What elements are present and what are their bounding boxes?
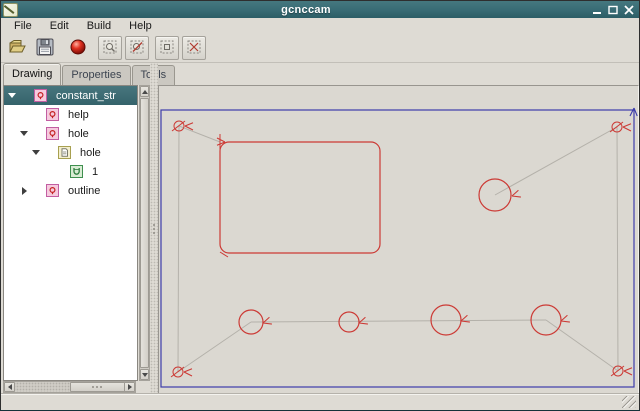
hole-circle[interactable]: [430, 304, 462, 336]
statusbar: [1, 394, 639, 410]
sheet-outline[interactable]: [160, 109, 635, 388]
drawing-canvas[interactable]: [158, 85, 639, 394]
horizontal-scrollbar-thumb[interactable]: [69, 382, 125, 392]
menu-item-file[interactable]: File: [5, 19, 41, 33]
tree-row-constant-str-0[interactable]: constant_str: [4, 86, 137, 105]
window-title: gcnccam: [281, 3, 331, 16]
rapid-move-line[interactable]: [177, 125, 180, 373]
save-floppy-icon: [35, 37, 55, 60]
open-button[interactable]: [5, 35, 31, 61]
direction-arrow: [560, 314, 570, 323]
hole-circle[interactable]: [338, 311, 360, 333]
expander-icon[interactable]: [19, 129, 29, 139]
tab-bar: DrawingPropertiesTools: [1, 63, 639, 85]
minimize-button[interactable]: [591, 4, 603, 16]
tree-row-outline-5[interactable]: outline: [4, 181, 137, 200]
pane-splitter[interactable]: [150, 63, 158, 394]
menu-item-edit[interactable]: Edit: [41, 19, 78, 33]
resize-grip[interactable]: [622, 396, 636, 408]
zoom-in-button[interactable]: [98, 36, 122, 60]
drawing-svg[interactable]: [159, 86, 640, 395]
tree-row-hole-2[interactable]: hole: [4, 124, 137, 143]
rapid-move-line[interactable]: [616, 126, 619, 372]
rapid-move-line[interactable]: [494, 126, 618, 196]
tool-green-icon: [70, 165, 83, 178]
menu-item-help[interactable]: Help: [120, 19, 161, 33]
titlebar[interactable]: gcnccam: [1, 1, 639, 18]
tree-row-label: hole: [80, 146, 101, 159]
app-window: gcnccam File Edit Build Help Drawing Propert…: [0, 0, 640, 411]
tree-row-1-4[interactable]: 1: [4, 162, 137, 181]
direction-arrow: [511, 189, 521, 198]
layer-yellow-icon: [58, 146, 71, 159]
build-button[interactable]: [65, 35, 91, 61]
expander-placeholder: [43, 167, 53, 177]
expander-icon[interactable]: [19, 186, 29, 196]
tree-row-label: outline: [68, 184, 101, 197]
drawing-tree[interactable]: constant_strhelp hole hole 1 outline: [3, 85, 138, 381]
tree-row-label: hole: [68, 127, 89, 140]
menubar: File Edit Build Help: [1, 18, 639, 34]
tree-row-label: help: [68, 108, 89, 121]
maximize-button[interactable]: [607, 4, 619, 16]
arrow-left-icon: [7, 384, 12, 390]
contour-pink-icon: [46, 127, 59, 140]
vertical-scrollbar-thumb[interactable]: [140, 98, 149, 368]
direction-arrow: [622, 123, 632, 132]
arrow-right-icon: [127, 384, 132, 390]
scroll-up-button[interactable]: [140, 86, 149, 97]
zoom-one-icon: [159, 39, 175, 58]
menu-item-build[interactable]: Build: [78, 19, 120, 33]
rapid-move-line[interactable]: [177, 321, 252, 373]
scroll-down-button[interactable]: [140, 369, 149, 380]
contour-pink-icon: [46, 108, 59, 121]
arrow-down-icon: [141, 372, 148, 377]
zoom-fit-icon: [186, 39, 202, 58]
close-button[interactable]: [623, 4, 635, 16]
zoom-one-button[interactable]: [155, 36, 179, 60]
arrow-up-icon: [141, 89, 148, 94]
tree-row-label: constant_str: [56, 89, 116, 102]
tree-row-hole-3[interactable]: hole: [4, 143, 137, 162]
tab-drawing[interactable]: Drawing: [3, 63, 62, 85]
open-folder-icon: [8, 37, 28, 60]
direction-arrow: [623, 367, 633, 376]
contour-pink-icon: [34, 89, 47, 102]
app-icon: [3, 2, 18, 17]
expander-placeholder: [19, 110, 29, 120]
expander-icon[interactable]: [31, 148, 41, 158]
scroll-left-button[interactable]: [4, 382, 15, 392]
rapid-move-line[interactable]: [250, 319, 547, 323]
zoom-in-icon: [102, 39, 118, 58]
contour-pink-icon: [46, 184, 59, 197]
tab-properties[interactable]: Properties: [62, 65, 131, 85]
rapid-move-line[interactable]: [545, 319, 619, 372]
tree-row-help-1[interactable]: help: [4, 105, 137, 124]
expander-icon[interactable]: [7, 91, 17, 101]
scroll-right-button[interactable]: [124, 382, 135, 392]
direction-arrow: [183, 368, 193, 377]
zoom-out-icon: [129, 39, 145, 58]
zoom-out-button[interactable]: [125, 36, 149, 60]
build-ball-icon: [69, 38, 87, 59]
zoom-fit-button[interactable]: [182, 36, 206, 60]
tree-row-label: 1: [92, 165, 99, 178]
save-button[interactable]: [32, 35, 58, 61]
pocket-rect[interactable]: [219, 141, 381, 254]
rapid-move-line[interactable]: [178, 125, 221, 143]
direction-arrow: [358, 316, 368, 325]
vertical-scrollbar[interactable]: [139, 85, 150, 381]
direction-arrow: [460, 314, 470, 323]
toolbar: [1, 34, 639, 63]
horizontal-scrollbar[interactable]: [3, 381, 136, 393]
